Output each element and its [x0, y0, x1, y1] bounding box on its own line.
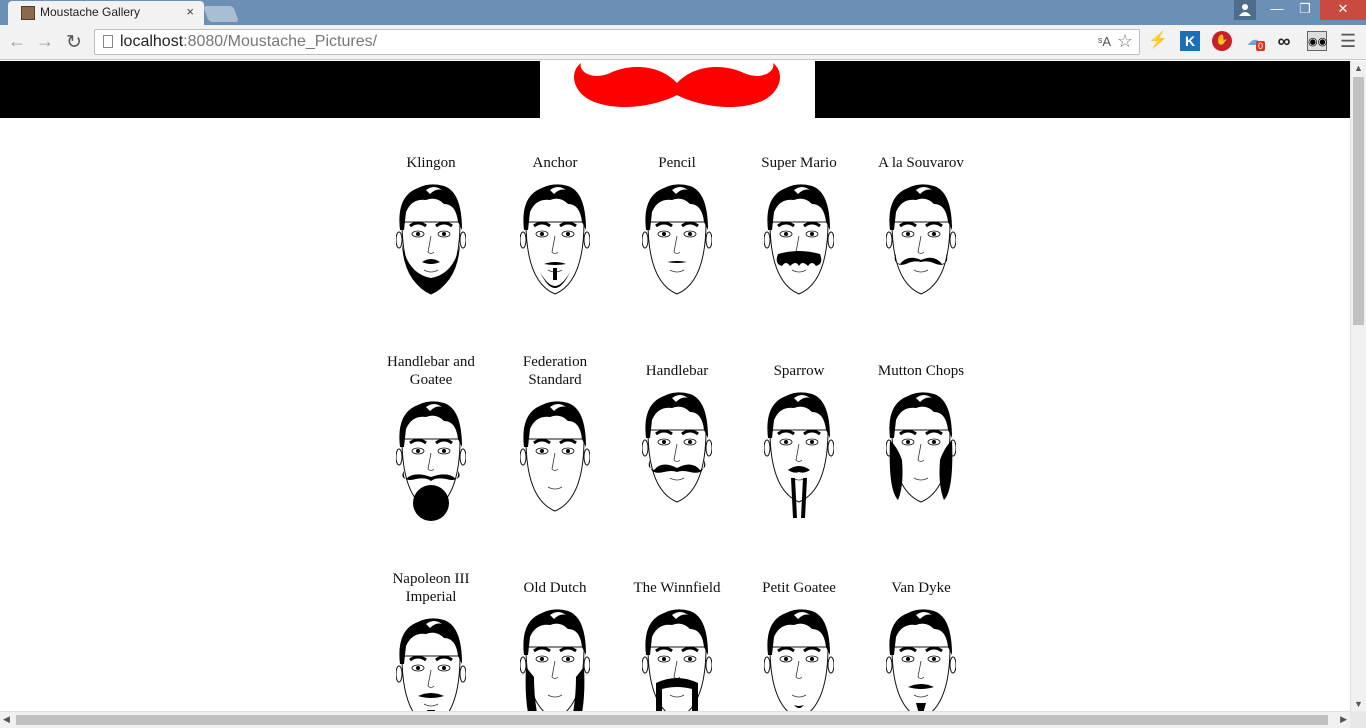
gallery-caption: Mutton Chops	[877, 363, 965, 379]
vertical-scrollbar[interactable]: ▲ ▼	[1350, 61, 1366, 711]
gallery-item[interactable]: Anchor	[493, 145, 617, 312]
scroll-left-icon[interactable]: ◀	[3, 714, 10, 725]
gallery-item[interactable]: The Winnfield	[615, 570, 739, 711]
moustache-face-icon[interactable]	[642, 390, 712, 520]
gallery-caption: Handlebar and Goatee	[387, 354, 475, 388]
horizontal-scroll-thumb[interactable]	[16, 715, 1328, 725]
moustache-face-icon[interactable]	[520, 399, 590, 529]
gallery-item[interactable]: Federation Standard	[493, 353, 617, 529]
gallery-caption: Super Mario	[761, 155, 837, 171]
translate-icon[interactable]: ˢA	[1098, 34, 1111, 49]
close-window-button[interactable]: ✕	[1320, 0, 1366, 20]
moustache-face-icon[interactable]	[886, 390, 956, 520]
scroll-corner	[1350, 711, 1366, 728]
scroll-down-icon[interactable]: ▼	[1354, 699, 1363, 709]
gallery-item[interactable]: Mutton Chops	[859, 353, 983, 520]
new-tab-button[interactable]	[203, 6, 239, 22]
gallery-caption: Federation Standard	[522, 354, 588, 388]
address-bar[interactable]: localhost:8080/Moustache_Pictures/ ˢA ☆	[94, 29, 1140, 55]
tab-close-icon[interactable]: ×	[186, 4, 194, 19]
gallery-item[interactable]: Sparrow	[737, 353, 861, 520]
url-text[interactable]: localhost:8080/Moustache_Pictures/	[120, 33, 377, 51]
back-icon[interactable]: ←	[8, 31, 26, 52]
gallery-item[interactable]: Handlebar and Goatee	[369, 353, 493, 529]
reload-icon[interactable]: ↻	[66, 31, 82, 54]
page-viewport: Klingon Anchor Pencil Super Mario A la Souva…	[0, 61, 1350, 711]
vertical-scroll-thumb[interactable]	[1353, 77, 1364, 325]
gallery-item[interactable]: A la Souvarov	[859, 145, 983, 312]
gallery-caption: Napoleon III Imperial	[392, 571, 470, 605]
gallery-caption: Sparrow	[773, 363, 825, 379]
k-extension-icon[interactable]: K	[1180, 31, 1200, 51]
user-profile-icon[interactable]	[1234, 0, 1256, 20]
gallery-caption: Old Dutch	[523, 580, 587, 596]
title-bar: Moustache Gallery × — ❐ ✕	[0, 0, 1366, 25]
gallery-item[interactable]: Super Mario	[737, 145, 861, 312]
gallery-caption: Petit Goatee	[762, 580, 836, 596]
bolt-extension-icon[interactable]: ⚡	[1148, 31, 1168, 51]
moustache-face-icon[interactable]	[396, 399, 466, 529]
gallery-item[interactable]: Pencil	[615, 145, 739, 312]
cloud-badge: 0	[1256, 41, 1266, 51]
minimize-button[interactable]: —	[1264, 0, 1290, 20]
maximize-button[interactable]: ❐	[1292, 0, 1318, 20]
star-icon[interactable]: ☆	[1117, 31, 1133, 52]
browser-toolbar: ← → ↻ localhost:8080/Moustache_Pictures/…	[0, 25, 1366, 60]
gallery-caption: Klingon	[406, 155, 456, 171]
infinity-extension-icon[interactable]: ∞	[1274, 31, 1294, 51]
gallery-item[interactable]: Napoleon III Imperial	[369, 570, 493, 711]
moustache-face-icon[interactable]	[886, 607, 956, 711]
moustache-face-icon[interactable]	[396, 182, 466, 312]
moustache-logo	[540, 61, 815, 118]
favicon-icon	[21, 6, 35, 20]
tab-title: Moustache Gallery	[40, 5, 141, 19]
moustache-face-icon[interactable]	[764, 390, 834, 520]
moustache-face-icon[interactable]	[764, 607, 834, 711]
gallery-item[interactable]: Petit Goatee	[737, 570, 861, 711]
gallery-item[interactable]: Handlebar	[615, 353, 739, 520]
moustache-face-icon[interactable]	[642, 607, 712, 711]
header-banner	[0, 61, 1350, 118]
gallery-item[interactable]: Old Dutch	[493, 570, 617, 711]
glasses-extension-icon[interactable]: ◉◉	[1307, 31, 1327, 51]
moustache-face-icon[interactable]	[886, 182, 956, 312]
gallery-caption: A la Souvarov	[878, 155, 964, 171]
moustache-face-icon[interactable]	[520, 607, 590, 711]
tab-moustache-gallery[interactable]: Moustache Gallery ×	[8, 1, 204, 25]
moustache-face-icon[interactable]	[764, 182, 834, 312]
scroll-up-icon[interactable]: ▲	[1354, 63, 1363, 73]
gallery-caption: The Winnfield	[633, 580, 721, 596]
moustache-face-icon[interactable]	[520, 182, 590, 312]
stop-extension-icon[interactable]: ✋	[1212, 31, 1232, 51]
scroll-right-icon[interactable]: ▶	[1340, 714, 1347, 725]
gallery-item[interactable]: Van Dyke	[859, 570, 983, 711]
menu-icon[interactable]: ☰	[1340, 31, 1356, 52]
moustache-face-icon[interactable]	[642, 182, 712, 312]
gallery-item[interactable]: Klingon	[369, 145, 493, 312]
gallery-caption: Pencil	[658, 155, 696, 171]
forward-icon[interactable]: →	[36, 31, 54, 52]
gallery-caption: Handlebar	[645, 363, 709, 379]
page-icon	[103, 35, 113, 48]
gallery-caption: Anchor	[532, 155, 578, 171]
gallery-caption: Van Dyke	[891, 580, 951, 596]
horizontal-scrollbar[interactable]: ◀ ▶	[0, 711, 1350, 728]
moustache-face-icon[interactable]	[396, 616, 466, 711]
cloud-extension-icon[interactable]: ☁ 0	[1244, 31, 1266, 51]
